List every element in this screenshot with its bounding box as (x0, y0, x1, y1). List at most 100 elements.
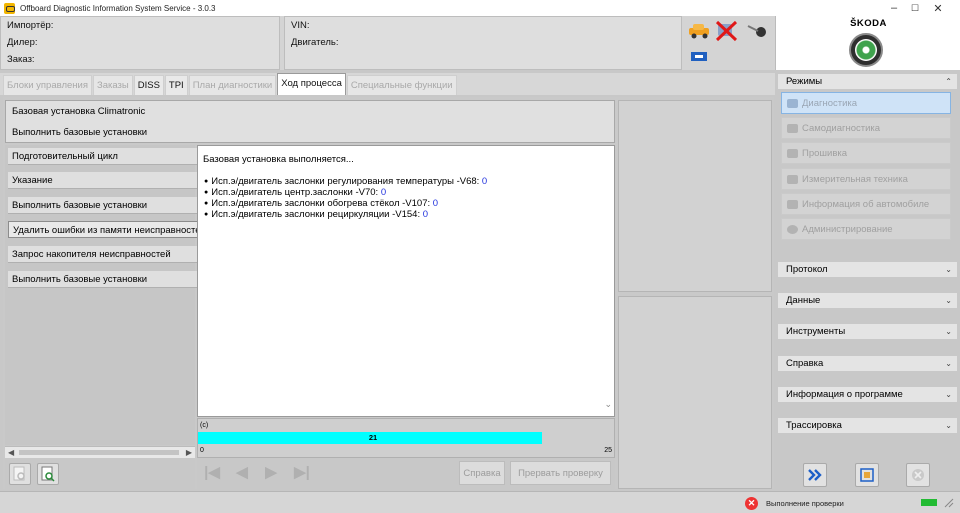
step-item[interactable]: Подготовительный цикл (8, 148, 198, 165)
sidebar-toolbar (775, 463, 960, 489)
mode-vehicle-info[interactable]: Информация об автомобиле (781, 193, 951, 215)
vehicle-icon (689, 24, 709, 39)
list-item: Исп.э/двигатель заслонки регулирования т… (204, 176, 487, 187)
procedure-title: Базовая установка Climatronic (12, 106, 146, 117)
progress-min: 0 (200, 447, 204, 454)
tab-diss[interactable]: DISS (133, 75, 164, 95)
mode-self-diagnosis[interactable]: Самодиагностика (781, 117, 951, 139)
key-icon (747, 25, 766, 37)
expand-icon: ⌄ (945, 390, 952, 399)
document-search-icon (41, 466, 55, 482)
step-item[interactable]: Указание (8, 172, 198, 189)
info-icon (787, 200, 798, 209)
step-item[interactable]: Удалить ошибки из памяти неисправностей (8, 221, 198, 238)
actuator-list: Исп.э/двигатель заслонки регулирования т… (204, 176, 487, 220)
scroll-right-icon[interactable]: ▶ (186, 448, 192, 457)
tab-orders[interactable]: Заказы (92, 75, 133, 95)
fit-view-button[interactable] (855, 463, 879, 487)
tab-control-units[interactable]: Блоки управления (3, 75, 92, 95)
status-text: Выполнение проверки (766, 499, 844, 508)
usb-connection-icon (691, 52, 707, 61)
section-about[interactable]: Информация о программе ⌄ (778, 387, 957, 402)
procedure-status-text: Базовая установка выполняется... (203, 154, 354, 165)
vehicle-info-box: VIN: Двигатель: (284, 16, 682, 70)
vin-label: VIN: (291, 20, 310, 31)
tab-tpi[interactable]: TPI (164, 75, 188, 95)
procedure-subtitle: Выполнить базовые установки (12, 127, 148, 138)
step-item[interactable]: Запрос накопителя неисправностей (8, 246, 198, 263)
connection-led-icon (921, 499, 937, 506)
brand-name: ŠKODA (850, 18, 887, 29)
section-label: Инструменты (786, 326, 846, 337)
next-step-icon[interactable]: ▶ (261, 464, 281, 482)
scroll-left-icon[interactable]: ◀ (8, 448, 14, 457)
frame-icon (860, 468, 874, 482)
tab-process[interactable]: Ход процесса (277, 73, 346, 95)
dealer-label: Дилер: (7, 37, 38, 48)
section-protocol[interactable]: Протокол ⌄ (778, 262, 957, 277)
previous-step-icon[interactable]: ◀ (232, 464, 252, 482)
tab-special-functions[interactable]: Специальные функции (346, 75, 457, 95)
car-icon (787, 124, 798, 133)
mode-label: Самодиагностика (802, 123, 881, 134)
close-button[interactable]: ✕ (916, 0, 960, 16)
last-step-icon[interactable]: ▶| (292, 464, 312, 482)
procedure-output: Базовая установка выполняется... Исп.э/д… (197, 145, 615, 417)
section-data[interactable]: Данные ⌄ (778, 293, 957, 308)
expand-icon: ⌄ (945, 421, 952, 430)
section-tools[interactable]: Инструменты ⌄ (778, 324, 957, 339)
aux-panel-bottom (618, 296, 772, 489)
expand-icon: ⌄ (945, 359, 952, 368)
abort-test-button[interactable]: Прервать проверку (510, 461, 611, 485)
tab-diagnostic-plan[interactable]: План диагностики (188, 75, 277, 95)
zoom-in-button[interactable] (37, 463, 59, 485)
zoom-out-button[interactable] (9, 463, 31, 485)
step-item[interactable]: Выполнить базовые установки (8, 271, 198, 288)
gear-icon (787, 225, 798, 234)
section-tracing[interactable]: Трассировка ⌄ (778, 418, 957, 433)
section-label: Данные (786, 295, 821, 306)
flash-icon (787, 149, 798, 158)
resize-grip-icon[interactable] (942, 498, 954, 508)
forward-button[interactable] (803, 463, 827, 487)
importer-label: Импортёр: (7, 20, 54, 31)
stethoscope-icon (787, 99, 798, 108)
step-list-scrollbar[interactable]: ◀ ▶ (5, 446, 195, 458)
scroll-down-icon[interactable]: ⌄ (604, 399, 612, 410)
modes-section-header[interactable]: Режимы ⌃ (778, 74, 957, 89)
diagnostic-interface-icon (715, 20, 738, 42)
mode-diagnostics[interactable]: Диагностика (781, 92, 951, 114)
dealer-info-box: Импортёр: Дилер: Заказ: (0, 16, 280, 70)
title-bar: Offboard Diagnostic Information System S… (0, 0, 960, 16)
mode-measurement[interactable]: Измерительная техника (781, 168, 951, 190)
section-label: Трассировка (786, 420, 842, 431)
cancel-button[interactable] (906, 463, 930, 487)
skoda-emblem-icon (849, 33, 883, 67)
expand-icon: ⌄ (945, 327, 952, 336)
step-item[interactable]: Выполнить базовые установки (8, 197, 198, 214)
progress-area: (c) 21 0 25 (197, 418, 615, 458)
skoda-logo-box: ŠKODA (775, 16, 960, 70)
scrollbar-thumb[interactable] (19, 450, 179, 455)
cancel-icon (912, 469, 924, 481)
app-icon (4, 2, 15, 14)
expand-icon: ⌄ (945, 265, 952, 274)
sidebar: Режимы ⌃ Диагностика Самодиагностика Про… (775, 72, 960, 463)
section-label: Протокол (786, 264, 828, 275)
mode-label: Информация об автомобиле (802, 199, 930, 210)
section-label: Справка (786, 358, 824, 369)
mode-administration[interactable]: Администрирование (781, 218, 951, 240)
help-button[interactable]: Справка (459, 461, 505, 485)
window-title: Offboard Diagnostic Information System S… (20, 3, 216, 13)
progress-label: (c) (200, 422, 209, 429)
collapse-icon: ⌃ (945, 77, 952, 86)
mode-label: Администрирование (802, 224, 893, 235)
engine-label: Двигатель: (291, 37, 339, 48)
mode-flashing[interactable]: Прошивка (781, 142, 951, 164)
section-help[interactable]: Справка ⌄ (778, 356, 957, 371)
procedure-title-box: Базовая установка Climatronic Выполнить … (5, 100, 615, 143)
first-step-icon[interactable]: |◀ (202, 464, 222, 482)
list-item: Исп.э/двигатель заслонки рециркуляции -V… (204, 209, 487, 220)
progress-value: 21 (368, 433, 378, 442)
aux-panel-top (618, 100, 772, 292)
